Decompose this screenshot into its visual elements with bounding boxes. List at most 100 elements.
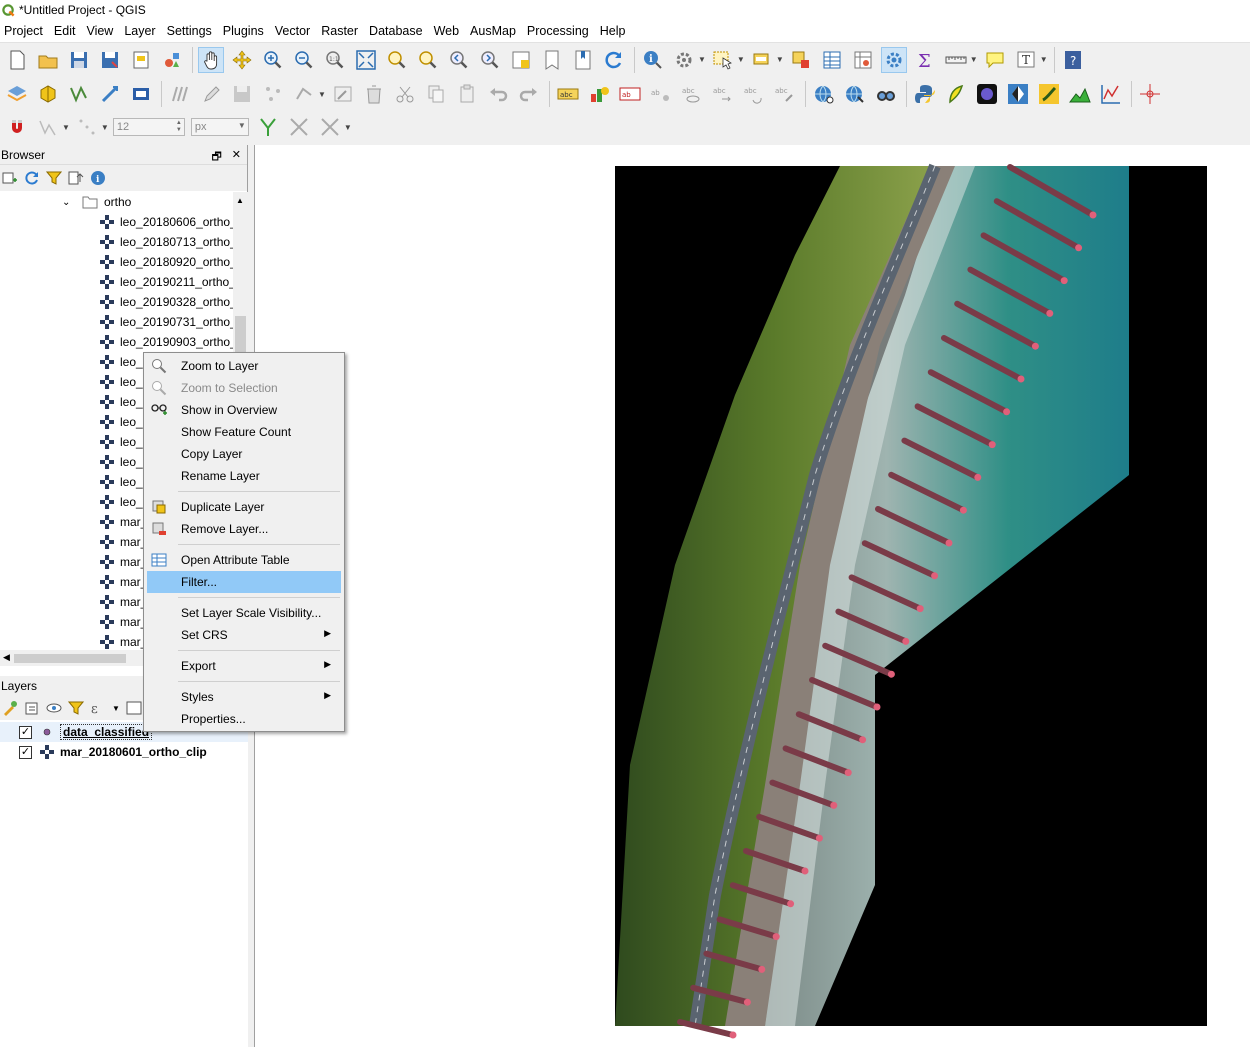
- add-selected-layers-icon[interactable]: [2, 170, 18, 186]
- map-tips-icon[interactable]: [982, 47, 1008, 73]
- snapping-magnet-icon[interactable]: [4, 114, 30, 140]
- save-project-icon[interactable]: [66, 47, 92, 73]
- new-project-icon[interactable]: [4, 47, 30, 73]
- new-print-layout-icon[interactable]: [128, 47, 154, 73]
- menu-processing[interactable]: Processing: [523, 20, 596, 42]
- menu-edit[interactable]: Edit: [50, 20, 83, 42]
- browser-item[interactable]: leo_20180606_ortho_c: [0, 212, 233, 232]
- copy-features-icon[interactable]: [423, 81, 449, 107]
- save-as-icon[interactable]: [97, 47, 123, 73]
- pin-labels-icon[interactable]: ab: [648, 81, 674, 107]
- scroll-left-icon[interactable]: ◀: [3, 652, 10, 663]
- zoom-out-icon[interactable]: [291, 47, 317, 73]
- dropdown-arrow-icon[interactable]: ▼: [1040, 55, 1048, 64]
- profile-line-icon[interactable]: [1098, 81, 1124, 107]
- layer-row-ortho-clip[interactable]: ✓ mar_20180601_ortho_clip: [0, 742, 248, 762]
- menu-layer[interactable]: Layer: [120, 20, 162, 42]
- scroll-thumb[interactable]: [235, 316, 246, 352]
- menu-item-filter[interactable]: Filter...: [147, 571, 341, 593]
- delete-selected-icon[interactable]: [361, 81, 387, 107]
- zoom-native-icon[interactable]: 1:1: [322, 47, 348, 73]
- menu-ausmap[interactable]: AusMap: [466, 20, 523, 42]
- dropdown-arrow-icon[interactable]: ▼: [698, 55, 706, 64]
- menu-help[interactable]: Help: [596, 20, 633, 42]
- data-source-manager-icon[interactable]: [4, 81, 30, 107]
- menu-item-set-crs[interactable]: Set CRS ▶: [147, 624, 341, 646]
- menu-item-styles[interactable]: Styles ▶: [147, 686, 341, 708]
- statistical-summary-icon[interactable]: Σ: [912, 47, 938, 73]
- vertex-tool-icon[interactable]: [291, 81, 317, 107]
- menu-item-set-scale-visibility[interactable]: Set Layer Scale Visibility...: [147, 602, 341, 624]
- select-features-icon[interactable]: [710, 47, 736, 73]
- show-bookmarks-icon[interactable]: [570, 47, 596, 73]
- plugin-green-icon[interactable]: [943, 81, 969, 107]
- zoom-in-icon[interactable]: [260, 47, 286, 73]
- menu-raster[interactable]: Raster: [317, 20, 365, 42]
- plugin-contrast-icon[interactable]: [1005, 81, 1031, 107]
- refresh-browser-icon[interactable]: [24, 170, 40, 186]
- menu-item-zoom-to-selection[interactable]: Zoom to Selection: [147, 377, 341, 399]
- zoom-to-selection-icon[interactable]: [384, 47, 410, 73]
- style-manager-icon[interactable]: [159, 47, 185, 73]
- menu-item-rename-layer[interactable]: Rename Layer: [147, 465, 341, 487]
- deselect-all-icon[interactable]: [788, 47, 814, 73]
- add-layer-dropdown-icon[interactable]: [128, 81, 154, 107]
- open-layer-styling-icon[interactable]: [2, 700, 18, 716]
- move-label-icon[interactable]: abc: [710, 81, 736, 107]
- add-group-icon[interactable]: [24, 700, 40, 716]
- open-project-icon[interactable]: [35, 47, 61, 73]
- zoom-full-icon[interactable]: [353, 47, 379, 73]
- highlight-pinned-labels-icon[interactable]: ab: [617, 81, 643, 107]
- spin-arrows-icon[interactable]: ▲ ▼: [176, 120, 182, 134]
- select-by-value-icon[interactable]: [749, 47, 775, 73]
- pan-map-icon[interactable]: [198, 46, 224, 73]
- dropdown-arrow-icon[interactable]: ▼: [101, 123, 109, 132]
- attribute-table-icon[interactable]: [819, 47, 845, 73]
- browser-item[interactable]: leo_20190731_ortho_c: [0, 312, 233, 332]
- scroll-thumb[interactable]: [14, 654, 126, 663]
- new-bookmark-icon[interactable]: [539, 47, 565, 73]
- tracing-icon[interactable]: [317, 114, 343, 140]
- browser-item[interactable]: leo_20180920_ortho_c: [0, 252, 233, 272]
- identify-features-icon[interactable]: i: [640, 47, 666, 73]
- new-shapefile-icon[interactable]: [66, 81, 92, 107]
- dropdown-arrow-icon[interactable]: ▼: [776, 55, 784, 64]
- snapping-unit-select[interactable]: px ▼: [190, 118, 249, 136]
- current-edits-icon[interactable]: [167, 81, 193, 107]
- snapping-tolerance-input[interactable]: 12 ▲ ▼: [112, 118, 185, 136]
- dropdown-arrow-icon[interactable]: ▼: [112, 704, 120, 713]
- cut-features-icon[interactable]: [392, 81, 418, 107]
- close-panel-icon[interactable]: ✕: [232, 148, 241, 167]
- undo-icon[interactable]: [485, 81, 511, 107]
- browser-item[interactable]: leo_20190903_ortho_c: [0, 332, 233, 352]
- help-icon[interactable]: ?: [1060, 47, 1086, 73]
- layer-diagram-icon[interactable]: [586, 81, 612, 107]
- add-metasearch-icon[interactable]: [873, 81, 899, 107]
- scroll-up-icon[interactable]: ▲: [236, 196, 244, 205]
- menu-view[interactable]: View: [82, 20, 120, 42]
- chevron-down-icon[interactable]: ⌄: [62, 197, 72, 208]
- topological-editing-icon[interactable]: [255, 114, 281, 140]
- browser-item[interactable]: leo_20190211_ortho_c: [0, 272, 233, 292]
- filter-by-expression-icon[interactable]: ε: [90, 700, 106, 716]
- menu-item-export[interactable]: Export ▶: [147, 655, 341, 677]
- browser-item[interactable]: leo_20190328_ortho_c: [0, 292, 233, 312]
- dropdown-arrow-icon[interactable]: ▼: [62, 123, 70, 132]
- processing-toolbox-icon[interactable]: [880, 46, 907, 73]
- menu-vector[interactable]: Vector: [271, 20, 317, 42]
- menu-database[interactable]: Database: [365, 20, 430, 42]
- menu-item-open-attribute-table[interactable]: Open Attribute Table: [147, 549, 341, 571]
- expand-all-icon[interactable]: [126, 700, 142, 716]
- new-map-view-icon[interactable]: [508, 47, 534, 73]
- profile-tool-icon[interactable]: [1067, 81, 1093, 107]
- layer-visibility-checkbox[interactable]: ✓: [19, 745, 32, 759]
- menu-item-show-in-overview[interactable]: Show in Overview: [147, 399, 341, 421]
- refresh-icon[interactable]: [601, 47, 627, 73]
- show-hide-labels-icon[interactable]: abc: [679, 81, 705, 107]
- plugin-dark-icon[interactable]: [974, 81, 1000, 107]
- python-console-icon[interactable]: [912, 81, 938, 107]
- coordinate-capture-icon[interactable]: [1137, 81, 1163, 107]
- paste-features-icon[interactable]: [454, 81, 480, 107]
- properties-info-icon[interactable]: i: [90, 170, 106, 186]
- dropdown-arrow-icon[interactable]: ▼: [318, 90, 326, 99]
